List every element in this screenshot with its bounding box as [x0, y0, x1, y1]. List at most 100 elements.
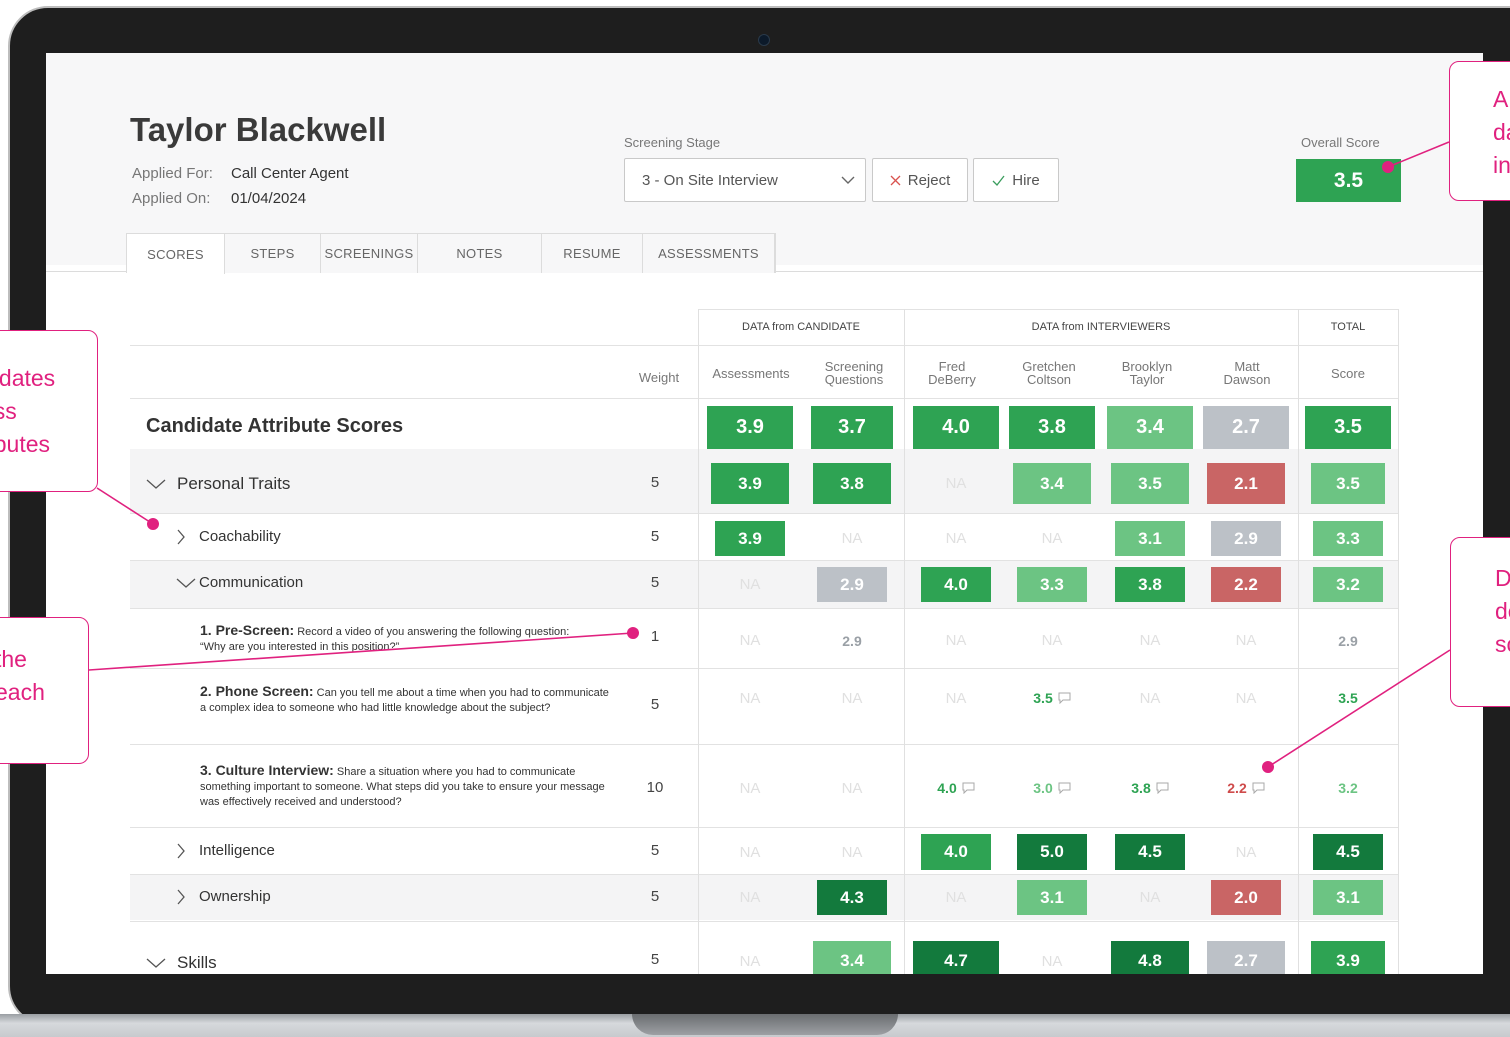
chevron-right-icon[interactable]: [176, 529, 199, 545]
score-badge: 4.7: [913, 941, 999, 974]
app-screen: Taylor Blackwell Applied For: Call Center…: [46, 53, 1483, 974]
score-badge: 5.0: [1017, 834, 1087, 870]
weight-header: Weight: [638, 370, 680, 385]
group-header: DATA from INTERVIEWERS: [1031, 321, 1171, 333]
question-row-5: 3. Culture Interview: Share a situation …: [200, 763, 610, 810]
row-intelligence[interactable]: Intelligence: [176, 842, 275, 859]
table-rule: [130, 398, 1398, 399]
column-header: Assessments: [712, 366, 790, 381]
score-cell-na: NA: [739, 843, 761, 861]
score-badge: 2.9: [817, 567, 887, 602]
score-badge: 4.0: [921, 834, 991, 870]
chevron-right-icon[interactable]: [176, 889, 199, 905]
chevron-down-icon[interactable]: [146, 957, 177, 969]
weight-value: 5: [650, 528, 660, 545]
score-value: 3.0: [1033, 780, 1053, 796]
row-coachability[interactable]: Coachability: [176, 528, 281, 545]
score-badge: 4.5: [1313, 834, 1383, 870]
question-title: 3. Culture Interview:: [200, 762, 334, 778]
comment-icon[interactable]: [1055, 782, 1071, 794]
chevron-down-icon[interactable]: [146, 478, 177, 490]
question-title: 1. Pre-Screen:: [200, 622, 295, 638]
score-cell-na: NA: [1041, 952, 1063, 970]
column-header: Score: [1331, 366, 1365, 381]
score-cell-text: 3.5: [1002, 683, 1102, 713]
table-rule: [130, 560, 1398, 561]
score-badge: 3.5: [1311, 463, 1385, 504]
column-rule: [698, 309, 699, 974]
chevron-down-icon[interactable]: [176, 577, 199, 589]
laptop-hinge: [632, 1014, 898, 1035]
score-badge: 2.1: [1207, 463, 1285, 504]
row-ownership[interactable]: Ownership: [176, 888, 271, 905]
comment-icon[interactable]: [1249, 782, 1265, 794]
score-cell-na: NA: [1041, 530, 1063, 547]
callout-line: de: [1495, 598, 1510, 624]
table-rule: [130, 608, 1398, 609]
score-badge: 3.5: [1305, 406, 1391, 449]
score-value: 2.9: [1338, 632, 1358, 649]
attribute-scores-title: Candidate Attribute Scores: [146, 415, 404, 437]
score-cell-na: NA: [739, 779, 761, 797]
score-badge: 2.7: [1207, 941, 1285, 974]
comment-icon[interactable]: [1055, 692, 1071, 704]
scores-table: DATA from CANDIDATE DATA from INTERVIEWER…: [46, 53, 1483, 974]
table-rule: [130, 827, 1398, 828]
score-badge: 4.3: [817, 880, 887, 915]
score-badge: 3.7: [811, 406, 893, 449]
question-title: 2. Phone Screen:: [200, 683, 314, 699]
score-cell-na: NA: [945, 889, 967, 906]
table-rule: [130, 921, 1398, 922]
table-rule: [130, 513, 1398, 514]
score-badge: 3.9: [715, 521, 785, 556]
question-row-3: 1. Pre-Screen: Record a video of you ans…: [200, 623, 580, 655]
table-rule: [130, 744, 1398, 745]
score-cell-text: 3.8: [1100, 763, 1200, 813]
score-badge: 2.9: [1211, 521, 1281, 556]
row-label: Skills: [177, 953, 217, 972]
score-cell-na: NA: [841, 689, 863, 707]
group-header: DATA from CANDIDATE: [742, 321, 860, 333]
score-cell-na: NA: [945, 632, 967, 649]
table-rule: [130, 874, 1398, 875]
chevron-right-icon[interactable]: [176, 843, 199, 859]
score-cell-text: 3.5: [1298, 683, 1398, 713]
score-value: 2.9: [842, 632, 862, 649]
score-badge: 3.4: [1107, 406, 1193, 449]
row-label: Ownership: [199, 888, 271, 905]
callout-line: D: [1495, 565, 1510, 591]
comment-icon[interactable]: [1153, 782, 1169, 794]
score-badge: 2.0: [1211, 880, 1281, 915]
weight-value: 5: [650, 574, 660, 591]
column-header: Screening Questions: [824, 359, 884, 387]
score-badge: 3.3: [1313, 521, 1383, 556]
group-header: TOTAL: [1330, 321, 1366, 333]
score-cell-na: NA: [1041, 632, 1063, 649]
row-personal-traits[interactable]: Personal Traits: [146, 474, 290, 494]
callout-line: oss: [0, 398, 17, 424]
callout-weight: the each: [0, 617, 89, 764]
question-row-4: 2. Phone Screen: Can you tell me about a…: [200, 684, 610, 716]
score-cell-na: NA: [841, 530, 863, 547]
score-badge: 4.8: [1111, 941, 1189, 974]
column-header: Fred DeBerry: [928, 359, 976, 387]
score-cell-na: NA: [1139, 689, 1161, 707]
score-badge: 2.7: [1203, 406, 1289, 449]
row-skills[interactable]: Skills: [146, 953, 217, 973]
score-cell-na: NA: [841, 843, 863, 861]
score-badge: 3.9: [707, 406, 793, 449]
weight-value: 5: [650, 951, 660, 968]
row-label: Coachability: [199, 528, 281, 545]
score-cell-na: NA: [945, 530, 967, 547]
weight-value: 5: [650, 696, 660, 713]
comment-icon[interactable]: [959, 782, 975, 794]
score-cell-na: NA: [1235, 632, 1257, 649]
score-cell-text: 2.2: [1196, 763, 1296, 813]
score-cell-text: 3.2: [1298, 763, 1398, 813]
score-badge: 4.0: [921, 567, 991, 602]
weight-value: 10: [646, 779, 664, 796]
score-cell-text: 3.0: [1002, 763, 1102, 813]
score-cell-na: NA: [739, 576, 761, 593]
score-badge: 3.5: [1111, 463, 1189, 504]
row-communication[interactable]: Communication: [176, 574, 303, 591]
